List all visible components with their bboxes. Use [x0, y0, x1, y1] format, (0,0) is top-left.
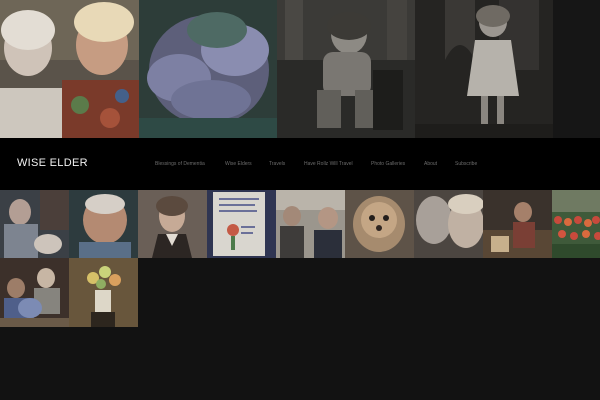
main-nav: Blessings of Dementia Wise Elders Travel… — [155, 158, 495, 170]
nav-item-about[interactable]: About — [424, 161, 455, 167]
hero-photo-two-women[interactable] — [0, 0, 139, 138]
nav-item-travels[interactable]: Travels — [269, 161, 304, 167]
nav-item-photo-galleries[interactable]: Photo Galleries — [371, 161, 424, 167]
thumbnail-handwritten-card[interactable] — [207, 190, 276, 258]
thumbnail-faces-closeup[interactable] — [414, 190, 483, 258]
hero-photo-child-standing[interactable] — [415, 0, 553, 138]
nav-item-have-rollz-will-travel[interactable]: Have Rollz Will Travel — [304, 161, 371, 167]
thumbnail-two-elders[interactable] — [276, 190, 345, 258]
nav-item-wise-elders[interactable]: Wise Elders — [225, 161, 269, 167]
nav-item-subscribe[interactable]: Subscribe — [455, 161, 495, 167]
thumbnail-elder-man-glasses[interactable] — [0, 190, 69, 258]
thumbnail-room-scene[interactable] — [483, 190, 552, 258]
hero-photo-empty — [553, 0, 600, 138]
thumbnail-woman-portrait[interactable] — [138, 190, 207, 258]
hero-photo-purple-flower[interactable] — [139, 0, 277, 138]
thumbnail-tulip-garden[interactable] — [552, 190, 600, 258]
hero-photo-strip — [0, 0, 600, 138]
site-title[interactable]: WISE ELDER — [17, 157, 88, 169]
thumbnail-flower-vase[interactable] — [69, 258, 138, 327]
thumbnail-smiling-older-man[interactable] — [69, 190, 138, 258]
nav-item-blessings-of-dementia[interactable]: Blessings of Dementia — [155, 161, 225, 167]
thumbnail-family-group[interactable] — [0, 258, 69, 327]
thumbnail-small-dog[interactable] — [345, 190, 414, 258]
hero-photo-child-sitting[interactable] — [277, 0, 415, 138]
site-header: WISE ELDER Blessings of Dementia Wise El… — [0, 138, 600, 190]
